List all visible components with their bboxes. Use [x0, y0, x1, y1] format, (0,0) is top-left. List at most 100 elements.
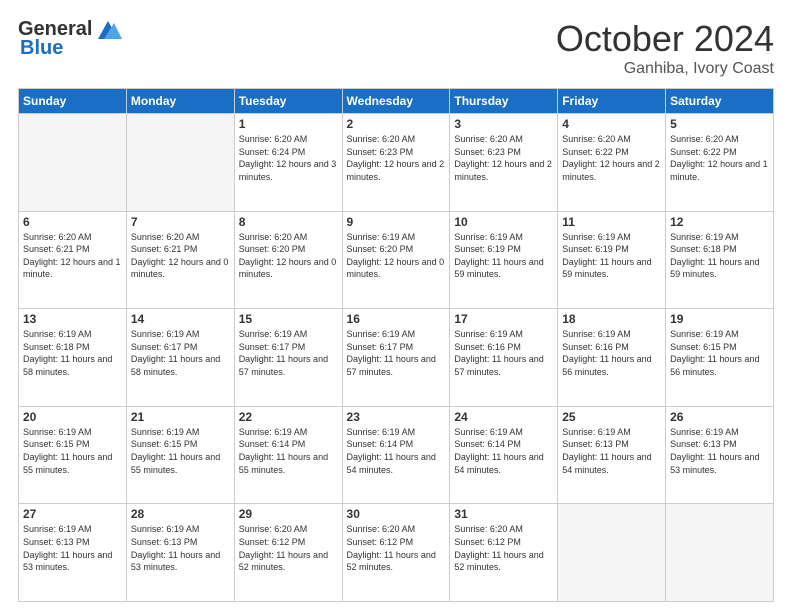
col-saturday: Saturday [666, 89, 774, 114]
col-monday: Monday [126, 89, 234, 114]
day-detail: Sunrise: 6:20 AM Sunset: 6:22 PM Dayligh… [562, 133, 661, 183]
calendar-day: 4 Sunrise: 6:20 AM Sunset: 6:22 PM Daylig… [558, 114, 666, 212]
day-detail: Sunrise: 6:19 AM Sunset: 6:13 PM Dayligh… [562, 426, 661, 476]
calendar-day: 17 Sunrise: 6:19 AM Sunset: 6:16 PM Dayli… [450, 309, 558, 407]
calendar-day: 12 Sunrise: 6:19 AM Sunset: 6:18 PM Dayli… [666, 211, 774, 309]
day-number: 4 [562, 117, 661, 131]
day-detail: Sunrise: 6:19 AM Sunset: 6:17 PM Dayligh… [347, 328, 446, 378]
day-detail: Sunrise: 6:20 AM Sunset: 6:22 PM Dayligh… [670, 133, 769, 183]
calendar-day: 5Sunrise: 6:20 AM Sunset: 6:22 PM Daylig… [666, 114, 774, 212]
calendar-day [558, 504, 666, 602]
day-number: 24 [454, 410, 553, 424]
calendar-day: 19 Sunrise: 6:19 AM Sunset: 6:15 PM Dayli… [666, 309, 774, 407]
calendar-day: 6 Sunrise: 6:20 AM Sunset: 6:21 PM Daylig… [19, 211, 127, 309]
calendar-header-row: Sunday Monday Tuesday Wednesday Thursday… [19, 89, 774, 114]
day-detail: Sunrise: 6:20 AM Sunset: 6:23 PM Dayligh… [454, 133, 553, 183]
calendar-day: 2Sunrise: 6:20 AM Sunset: 6:23 PM Daylig… [342, 114, 450, 212]
day-detail: Sunrise: 6:20 AM Sunset: 6:24 PM Dayligh… [239, 133, 338, 183]
day-number: 6 [23, 215, 122, 229]
day-detail: Sunrise: 6:19 AM Sunset: 6:19 PM Dayligh… [562, 231, 661, 281]
calendar-day: 16 Sunrise: 6:19 AM Sunset: 6:17 PM Dayli… [342, 309, 450, 407]
day-number: 31 [454, 507, 553, 521]
calendar-week-5: 27 Sunrise: 6:19 AM Sunset: 6:13 PM Dayli… [19, 504, 774, 602]
day-number: 14 [131, 312, 230, 326]
day-detail: Sunrise: 6:19 AM Sunset: 6:15 PM Dayligh… [23, 426, 122, 476]
calendar-week-3: 13 Sunrise: 6:19 AM Sunset: 6:18 PM Dayli… [19, 309, 774, 407]
calendar-day: 28Sunrise: 6:19 AM Sunset: 6:13 PM Dayli… [126, 504, 234, 602]
day-number: 25 [562, 410, 661, 424]
calendar: Sunday Monday Tuesday Wednesday Thursday… [18, 88, 774, 602]
day-number: 28 [131, 507, 230, 521]
day-number: 26 [670, 410, 769, 424]
day-number: 16 [347, 312, 446, 326]
day-number: 15 [239, 312, 338, 326]
day-number: 9 [347, 215, 446, 229]
calendar-day: 7Sunrise: 6:20 AM Sunset: 6:21 PM Daylig… [126, 211, 234, 309]
day-number: 11 [562, 215, 661, 229]
day-number: 1 [239, 117, 338, 131]
day-detail: Sunrise: 6:19 AM Sunset: 6:14 PM Dayligh… [347, 426, 446, 476]
day-detail: Sunrise: 6:19 AM Sunset: 6:15 PM Dayligh… [670, 328, 769, 378]
calendar-day: 30Sunrise: 6:20 AM Sunset: 6:12 PM Dayli… [342, 504, 450, 602]
page: General Blue October 2024 Ganhiba, Ivory… [0, 0, 792, 612]
day-detail: Sunrise: 6:19 AM Sunset: 6:14 PM Dayligh… [239, 426, 338, 476]
day-number: 13 [23, 312, 122, 326]
day-number: 20 [23, 410, 122, 424]
day-detail: Sunrise: 6:20 AM Sunset: 6:21 PM Dayligh… [23, 231, 122, 281]
calendar-day: 1 Sunrise: 6:20 AM Sunset: 6:24 PM Daylig… [234, 114, 342, 212]
calendar-day: 14Sunrise: 6:19 AM Sunset: 6:17 PM Dayli… [126, 309, 234, 407]
logo-blue-text: Blue [20, 37, 63, 60]
day-number: 17 [454, 312, 553, 326]
calendar-day: 25 Sunrise: 6:19 AM Sunset: 6:13 PM Dayli… [558, 406, 666, 504]
calendar-day: 24 Sunrise: 6:19 AM Sunset: 6:14 PM Dayli… [450, 406, 558, 504]
day-detail: Sunrise: 6:19 AM Sunset: 6:18 PM Dayligh… [23, 328, 122, 378]
calendar-day: 21Sunrise: 6:19 AM Sunset: 6:15 PM Dayli… [126, 406, 234, 504]
day-detail: Sunrise: 6:19 AM Sunset: 6:13 PM Dayligh… [23, 523, 122, 573]
calendar-day: 20 Sunrise: 6:19 AM Sunset: 6:15 PM Dayli… [19, 406, 127, 504]
logo: General Blue [18, 18, 122, 60]
col-friday: Friday [558, 89, 666, 114]
month-year: October 2024 [556, 18, 774, 60]
day-number: 10 [454, 215, 553, 229]
calendar-day: 22Sunrise: 6:19 AM Sunset: 6:14 PM Dayli… [234, 406, 342, 504]
day-detail: Sunrise: 6:19 AM Sunset: 6:16 PM Dayligh… [454, 328, 553, 378]
calendar-week-1: 1 Sunrise: 6:20 AM Sunset: 6:24 PM Daylig… [19, 114, 774, 212]
day-detail: Sunrise: 6:19 AM Sunset: 6:15 PM Dayligh… [131, 426, 230, 476]
calendar-day: 27 Sunrise: 6:19 AM Sunset: 6:13 PM Dayli… [19, 504, 127, 602]
day-number: 7 [131, 215, 230, 229]
col-wednesday: Wednesday [342, 89, 450, 114]
day-detail: Sunrise: 6:20 AM Sunset: 6:23 PM Dayligh… [347, 133, 446, 183]
col-thursday: Thursday [450, 89, 558, 114]
day-number: 8 [239, 215, 338, 229]
calendar-day: 13 Sunrise: 6:19 AM Sunset: 6:18 PM Dayli… [19, 309, 127, 407]
calendar-day: 18Sunrise: 6:19 AM Sunset: 6:16 PM Dayli… [558, 309, 666, 407]
calendar-day: 3 Sunrise: 6:20 AM Sunset: 6:23 PM Daylig… [450, 114, 558, 212]
calendar-day [666, 504, 774, 602]
day-detail: Sunrise: 6:20 AM Sunset: 6:20 PM Dayligh… [239, 231, 338, 281]
day-number: 27 [23, 507, 122, 521]
calendar-day: 11 Sunrise: 6:19 AM Sunset: 6:19 PM Dayli… [558, 211, 666, 309]
day-number: 12 [670, 215, 769, 229]
header: General Blue October 2024 Ganhiba, Ivory… [18, 18, 774, 78]
day-number: 19 [670, 312, 769, 326]
calendar-day: 9 Sunrise: 6:19 AM Sunset: 6:20 PM Daylig… [342, 211, 450, 309]
col-tuesday: Tuesday [234, 89, 342, 114]
day-detail: Sunrise: 6:19 AM Sunset: 6:20 PM Dayligh… [347, 231, 446, 281]
day-detail: Sunrise: 6:19 AM Sunset: 6:18 PM Dayligh… [670, 231, 769, 281]
logo-icon [94, 19, 122, 41]
day-detail: Sunrise: 6:19 AM Sunset: 6:14 PM Dayligh… [454, 426, 553, 476]
calendar-day: 31Sunrise: 6:20 AM Sunset: 6:12 PM Dayli… [450, 504, 558, 602]
day-number: 18 [562, 312, 661, 326]
calendar-day [126, 114, 234, 212]
calendar-day: 10Sunrise: 6:19 AM Sunset: 6:19 PM Dayli… [450, 211, 558, 309]
calendar-day: 23 Sunrise: 6:19 AM Sunset: 6:14 PM Dayli… [342, 406, 450, 504]
calendar-day: 26 Sunrise: 6:19 AM Sunset: 6:13 PM Dayli… [666, 406, 774, 504]
calendar-day: 15Sunrise: 6:19 AM Sunset: 6:17 PM Dayli… [234, 309, 342, 407]
location: Ganhiba, Ivory Coast [556, 60, 774, 78]
title-block: October 2024 Ganhiba, Ivory Coast [556, 18, 774, 78]
day-number: 23 [347, 410, 446, 424]
day-number: 3 [454, 117, 553, 131]
day-number: 29 [239, 507, 338, 521]
calendar-week-2: 6 Sunrise: 6:20 AM Sunset: 6:21 PM Daylig… [19, 211, 774, 309]
day-detail: Sunrise: 6:19 AM Sunset: 6:13 PM Dayligh… [670, 426, 769, 476]
